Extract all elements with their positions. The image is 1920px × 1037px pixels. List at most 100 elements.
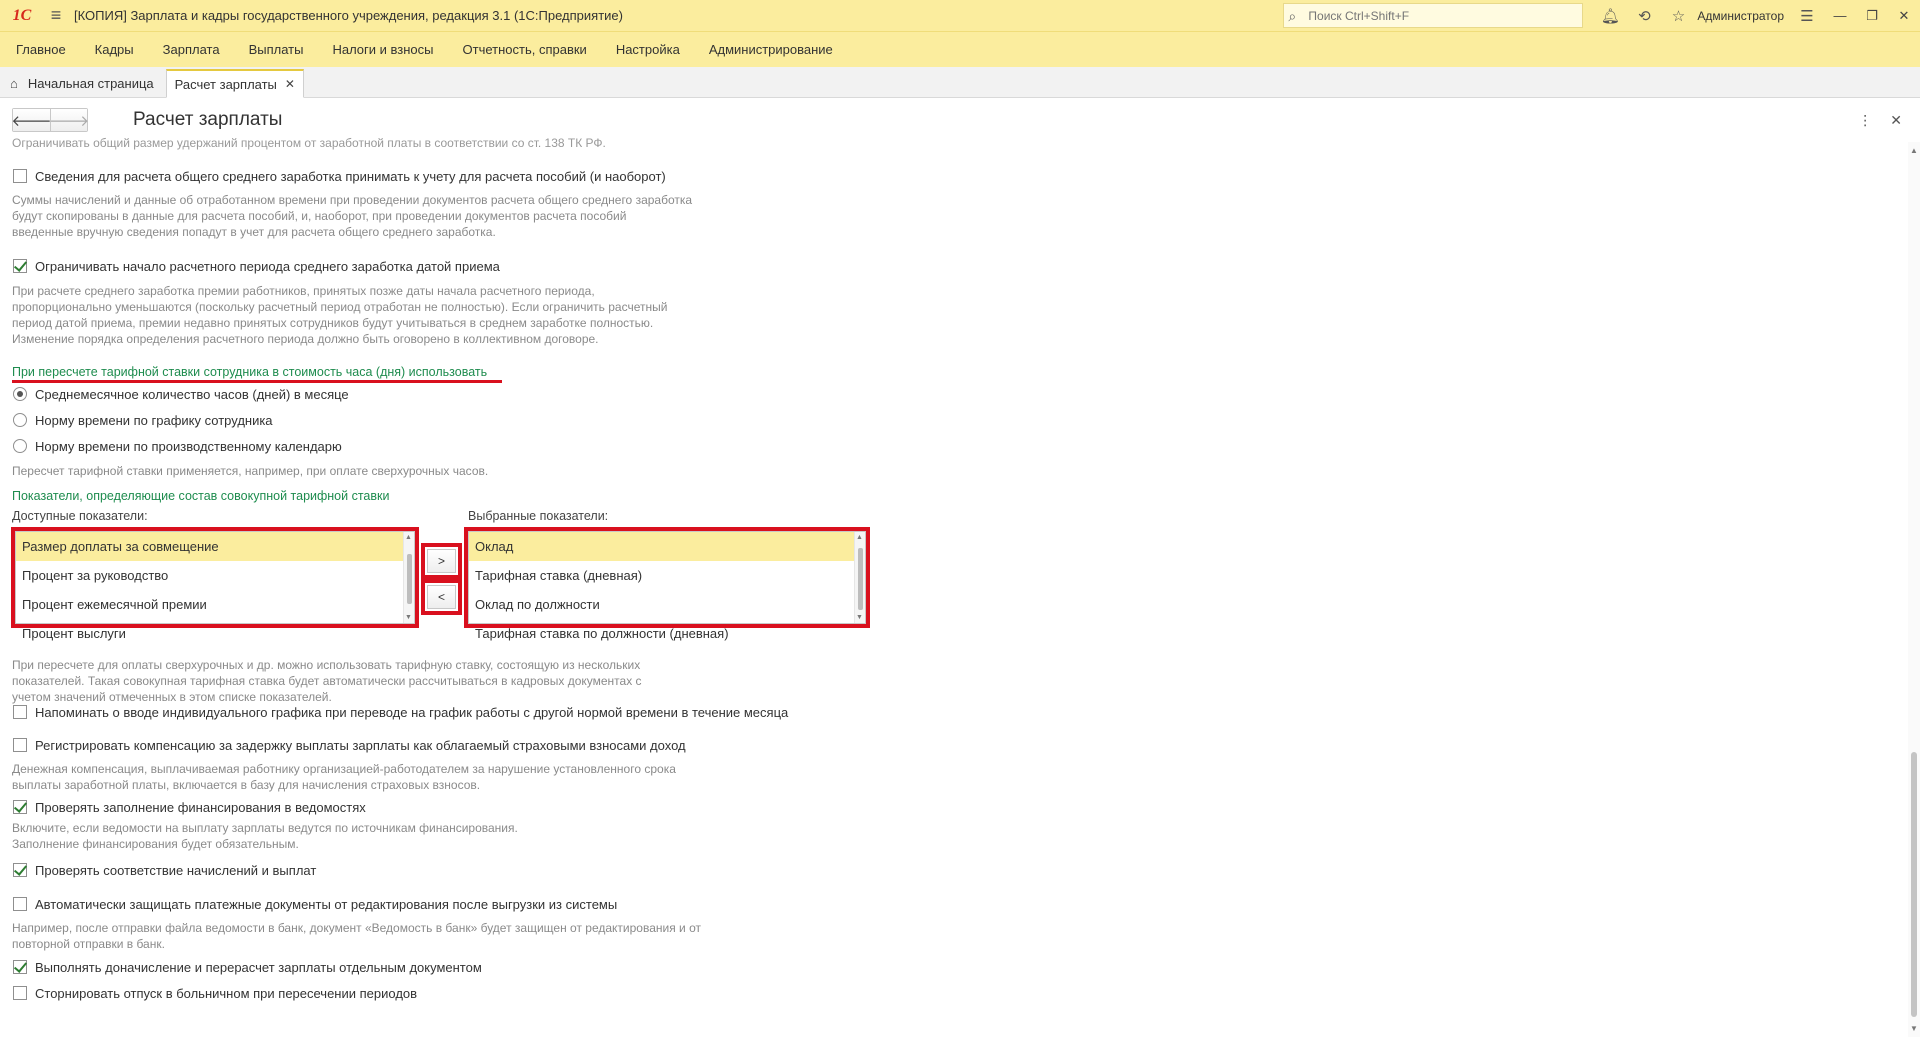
radio-avg-hours-row[interactable]: Среднемесячное количество часов (дней) в…: [13, 385, 349, 403]
global-search[interactable]: ⌕: [1283, 3, 1584, 28]
menu-salary[interactable]: Зарплата: [151, 32, 232, 68]
menu-admin[interactable]: Администрирование: [697, 32, 845, 68]
scroll-up-icon[interactable]: ▲: [405, 534, 412, 541]
cb-avg-earnings[interactable]: [13, 169, 27, 183]
radio-schedule-norm-row[interactable]: Норму времени по графику сотрудника: [13, 411, 273, 429]
tab-salary-calc-label: Расчет зарплаты: [174, 76, 277, 92]
close-tab-icon[interactable]: ✕: [285, 77, 295, 91]
scroll-thumb[interactable]: [858, 548, 863, 610]
list-item[interactable]: Процент за руководство: [16, 561, 414, 590]
cb-reverse-vacation-label: Сторнировать отпуск в больничном при пер…: [35, 985, 418, 1001]
radio-schedule-norm[interactable]: [13, 413, 27, 427]
radio-avg-hours[interactable]: [13, 387, 27, 401]
star-icon[interactable]: ☆: [1661, 0, 1695, 31]
close-form-icon[interactable]: ✕: [1890, 112, 1902, 129]
remove-indicator-button[interactable]: <: [427, 585, 456, 609]
selected-list-inner: Оклад Тарифная ставка (дневная) Оклад по…: [468, 531, 866, 641]
title-bar: 1С ≡ [КОПИЯ] Зарплата и кадры государств…: [0, 0, 1920, 31]
open-tabs: ⌂ Начальная страница Расчет зарплаты ✕: [0, 67, 1920, 98]
cb-limit-period-label: Ограничивать начало расчетного периода с…: [35, 258, 500, 274]
cb-check-accruals[interactable]: [13, 863, 27, 877]
menu-settings[interactable]: Настройка: [604, 32, 692, 68]
form-title: Расчет зарплаты: [133, 109, 283, 130]
list-item[interactable]: Тарифная ставка (дневная): [469, 561, 865, 590]
menu-main[interactable]: Главное: [4, 32, 78, 68]
hint-line: пропорционально уменьшаются (поскольку р…: [12, 300, 668, 314]
forward-button[interactable]: 🡒: [49, 109, 89, 131]
list-item[interactable]: Размер доплаты за совмещение: [16, 532, 414, 561]
list-item[interactable]: Оклад: [469, 532, 865, 561]
list-item[interactable]: Оклад по должности: [469, 590, 865, 619]
main-menu-icon[interactable]: ≡: [44, 0, 68, 31]
home-icon: ⌂: [10, 75, 18, 91]
hint-line: период датой приема, премии недавно прин…: [12, 316, 654, 330]
cb-protect-payments-row[interactable]: Автоматически защищать платежные докумен…: [13, 895, 617, 913]
list-item[interactable]: Процент ежемесячной премии: [16, 590, 414, 619]
form-content: Ограничивать общий размер удержаний проц…: [0, 135, 1906, 1037]
radio-schedule-norm-label: Норму времени по графику сотрудника: [35, 412, 273, 428]
add-button-frame: >: [421, 543, 462, 579]
cb-limit-period-row[interactable]: Ограничивать начало расчетного периода с…: [13, 257, 500, 275]
cb-protect-payments-label: Автоматически защищать платежные докумен…: [35, 896, 618, 912]
cb-separate-recalc-row[interactable]: Выполнять доначисление и перерасчет зарп…: [13, 958, 482, 976]
tab-salary-calc[interactable]: Расчет зарплаты ✕: [165, 69, 304, 98]
cb-remind-schedule-row[interactable]: Напоминать о вводе индивидуального графи…: [13, 703, 788, 721]
list-item[interactable]: Процент выслуги: [16, 619, 414, 648]
search-input[interactable]: [1308, 8, 1569, 23]
selected-indicators-list[interactable]: Оклад Тарифная ставка (дневная) Оклад по…: [464, 527, 870, 641]
hint-line: Заполнение финансирования будет обязател…: [12, 837, 299, 851]
scroll-down-icon[interactable]: ▼: [856, 614, 863, 621]
hint-line: Например, после отправки файла ведомости…: [12, 921, 701, 935]
cb-reverse-vacation-row[interactable]: Сторнировать отпуск в больничном при пер…: [13, 984, 417, 1002]
scroll-up-icon[interactable]: ▲: [856, 534, 863, 541]
page-scrollbar[interactable]: ▲ ▼: [1908, 142, 1920, 1037]
radio-calendar-norm-label: Норму времени по производственному кален…: [35, 438, 342, 454]
add-indicator-button[interactable]: >: [427, 549, 456, 573]
radio-calendar-norm-row[interactable]: Норму времени по производственному кален…: [13, 437, 342, 455]
cb-limit-period[interactable]: [13, 259, 27, 273]
menu-taxes[interactable]: Налоги и взносы: [320, 32, 445, 68]
cb-avg-earnings-row[interactable]: Сведения для расчета общего среднего зар…: [13, 167, 666, 185]
cb-register-compensation-row[interactable]: Регистрировать компенсацию за задержку в…: [13, 736, 686, 754]
group-rate-conversion-title: При пересчете тарифной ставки сотрудника…: [12, 365, 488, 379]
minimize-icon[interactable]: —: [1824, 0, 1856, 31]
bell-icon[interactable]: 🔔︎: [1593, 0, 1627, 31]
scroll-down-icon[interactable]: ▼: [405, 614, 412, 621]
cb-check-accruals-row[interactable]: Проверять соответствие начислений и выпл…: [13, 861, 316, 879]
hint-limit-period: При расчете среднего заработка премии ра…: [12, 283, 667, 347]
cb-check-financing[interactable]: [13, 800, 27, 814]
list-item[interactable]: Тарифная ставка по должности (дневная): [469, 619, 865, 648]
scroll-up-icon[interactable]: ▲: [1910, 146, 1918, 155]
menu-hr[interactable]: Кадры: [83, 32, 146, 68]
available-indicators-list[interactable]: Размер доплаты за совмещение Процент за …: [11, 527, 419, 641]
hint-rate-conversion: Пересчет тарифной ставки применяется, на…: [12, 464, 489, 478]
more-actions-icon[interactable]: ⋮: [1858, 112, 1872, 129]
nav-buttons: 🡐 🡒: [11, 108, 89, 132]
cb-check-financing-label: Проверять заполнение финансирования в ве…: [35, 799, 366, 815]
page-scroll-thumb[interactable]: [1911, 752, 1917, 1017]
back-button[interactable]: 🡐: [11, 109, 52, 131]
cb-check-financing-row[interactable]: Проверять заполнение финансирования в ве…: [13, 798, 366, 816]
tab-home[interactable]: ⌂ Начальная страница: [4, 69, 162, 97]
cb-protect-payments[interactable]: [13, 897, 27, 911]
cb-remind-schedule[interactable]: [13, 705, 27, 719]
menu-reports[interactable]: Отчетность, справки: [451, 32, 599, 68]
settings-menu-icon[interactable]: ☰: [1790, 0, 1824, 31]
window-title: [КОПИЯ] Зарплата и кадры государственног…: [74, 8, 623, 23]
tab-home-label: Начальная страница: [27, 75, 154, 91]
cb-separate-recalc-label: Выполнять доначисление и перерасчет зарп…: [35, 959, 482, 975]
restore-icon[interactable]: ❐: [1856, 0, 1888, 31]
selected-list-scrollbar[interactable]: ▲ ▼: [854, 532, 865, 623]
cb-separate-recalc[interactable]: [13, 960, 27, 974]
history-icon[interactable]: ⟲: [1627, 0, 1661, 31]
cb-reverse-vacation[interactable]: [13, 986, 27, 1000]
available-list-scrollbar[interactable]: ▲ ▼: [403, 532, 414, 623]
radio-calendar-norm[interactable]: [13, 439, 27, 453]
user-name[interactable]: Администратор: [1697, 9, 1784, 23]
cb-avg-earnings-label: Сведения для расчета общего среднего зар…: [35, 168, 666, 184]
menu-payments[interactable]: Выплаты: [237, 32, 316, 68]
scroll-down-icon[interactable]: ▼: [1910, 1024, 1918, 1033]
cb-register-compensation[interactable]: [13, 738, 27, 752]
close-window-icon[interactable]: ✕: [1888, 0, 1920, 31]
scroll-thumb[interactable]: [407, 554, 412, 604]
